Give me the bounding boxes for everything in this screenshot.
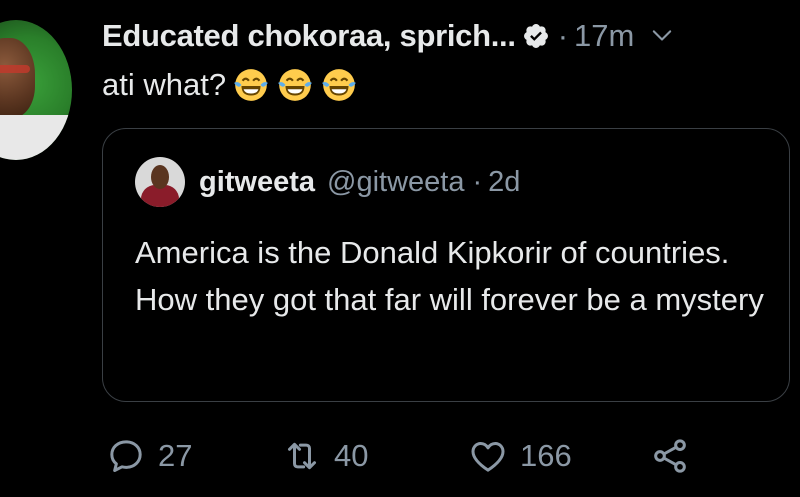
retweet-icon bbox=[288, 442, 316, 470]
reply-icon bbox=[110, 440, 142, 472]
tweet-text-content: ati what? bbox=[102, 67, 227, 102]
tears-of-joy-emoji-icon bbox=[278, 69, 312, 101]
verified-badge-icon bbox=[523, 24, 548, 48]
reply-button[interactable]: 27 bbox=[106, 430, 192, 482]
reply-count: 27 bbox=[158, 438, 193, 473]
tears-of-joy-emoji-icon bbox=[322, 69, 356, 101]
quoted-author-handle: @gitweeta bbox=[327, 165, 465, 198]
time-separator: · bbox=[557, 18, 569, 53]
like-button[interactable]: 166 bbox=[468, 430, 572, 482]
quoted-tweet-text: America is the Donald Kipkorir of countr… bbox=[135, 235, 764, 317]
tweet-actions-bar: 27 40 166 bbox=[102, 430, 702, 482]
quoted-time-separator: · bbox=[472, 165, 483, 198]
retweet-count: 40 bbox=[334, 438, 369, 473]
quoted-tweet-header: gitweeta @gitweeta · 2d bbox=[135, 157, 520, 207]
share-icon bbox=[654, 439, 686, 473]
share-button[interactable] bbox=[650, 430, 690, 482]
quoted-author-avatar bbox=[135, 157, 185, 207]
heart-icon bbox=[471, 442, 505, 472]
tweet-text: ati what? bbox=[102, 66, 358, 104]
avatar-glasses bbox=[0, 65, 30, 73]
avatar-face bbox=[0, 38, 35, 118]
author-display-name[interactable]: Educated chokoraa, sprich... bbox=[102, 18, 516, 54]
chevron-down-icon[interactable] bbox=[648, 22, 676, 50]
author-avatar[interactable] bbox=[0, 20, 72, 160]
tweet-header: Educated chokoraa, sprich... · 17m bbox=[102, 14, 780, 58]
quoted-tweet-timestamp: 2d bbox=[488, 165, 521, 198]
quoted-tweet-card[interactable]: gitweeta @gitweeta · 2d America is the D… bbox=[102, 128, 790, 402]
quoted-avatar-face bbox=[151, 165, 169, 189]
avatar-shirt bbox=[0, 115, 72, 160]
like-count: 166 bbox=[520, 438, 572, 473]
tweet-timestamp[interactable]: 17m bbox=[574, 18, 634, 54]
tears-of-joy-emoji-icon bbox=[234, 69, 268, 101]
quoted-author-name: gitweeta bbox=[199, 165, 316, 198]
retweet-button[interactable]: 40 bbox=[282, 430, 368, 482]
